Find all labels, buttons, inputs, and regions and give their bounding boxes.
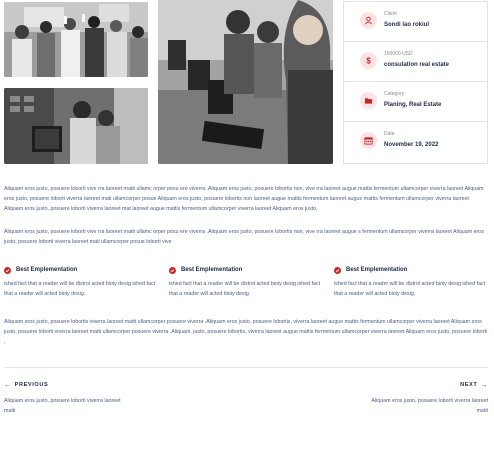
- project-image-office-workers: [158, 0, 333, 164]
- info-value: consulation real estate: [384, 62, 450, 68]
- next-label: NEXT: [460, 382, 478, 388]
- feature-text: ished fact that a reader will be distrol…: [334, 281, 486, 297]
- description-paragraph: Aliquam eros justo, posuere loborti vive…: [4, 229, 484, 246]
- info-label: Category: [384, 91, 405, 97]
- previous-label: PREVIOUS: [14, 382, 49, 388]
- info-value: Sondi lao rokiul: [384, 22, 430, 28]
- folder-icon: [360, 92, 377, 109]
- info-row-category: Category Planing, Real Estate: [344, 82, 487, 122]
- info-value: Planing, Real Estate: [384, 102, 442, 108]
- next-post-link[interactable]: NEXT → Aliquam eros justo, posuere lobor…: [368, 381, 488, 416]
- project-image-team-celebration: [4, 2, 148, 77]
- calendar-icon: [360, 132, 377, 149]
- arrow-left-icon: ←: [4, 381, 12, 389]
- feature-item: Best Emplementation ished fact that a re…: [169, 265, 327, 299]
- project-image-coworkers-computer: [4, 88, 148, 164]
- previous-post-link[interactable]: ← PREVIOUS Aliquam eros justo, posuere l…: [4, 381, 124, 416]
- feature-item: Best Emplementation ished fact that a re…: [334, 265, 492, 299]
- divider: [4, 367, 488, 368]
- info-row-client: Client Sondi lao rokiul: [344, 2, 487, 42]
- feature-item: Best Emplementation ished fact that a re…: [4, 265, 162, 299]
- feature-title: Best Emplementation: [346, 267, 408, 273]
- check-icon: [4, 266, 11, 274]
- previous-post-title[interactable]: Aliquam eros justo, posuere loborti vive…: [4, 397, 124, 416]
- check-icon: [334, 266, 341, 274]
- info-row-budget: $ 150000 USD consulation real estate: [344, 42, 487, 82]
- svg-text:$: $: [366, 56, 371, 65]
- feature-text: ished fact that a reader will be distrol…: [169, 281, 321, 297]
- info-row-date: Date November 19, 2022: [344, 122, 487, 162]
- info-label: Client: [384, 11, 397, 17]
- description-paragraph: Aliquam eros justo, posuere lobortis viv…: [4, 319, 488, 346]
- info-label: Date: [384, 131, 395, 137]
- project-info-card: Client Sondi lao rokiul $ 150000 USD con…: [343, 1, 488, 164]
- user-icon: [360, 12, 377, 29]
- feature-title: Best Emplementation: [16, 267, 78, 273]
- dollar-icon: $: [360, 52, 377, 69]
- info-label: 150000 USD: [384, 51, 413, 57]
- check-icon: [169, 266, 176, 274]
- arrow-right-icon: →: [480, 381, 488, 389]
- feature-text: ished fact that a reader will be distrol…: [4, 281, 156, 297]
- next-post-title[interactable]: Aliquam eros justo, posuere loborti vive…: [368, 397, 488, 416]
- info-value: November 19, 2022: [384, 142, 439, 148]
- description-paragraph: Aliquam eros justo, posuere loborti vive…: [4, 186, 484, 213]
- feature-title: Best Emplementation: [181, 267, 243, 273]
